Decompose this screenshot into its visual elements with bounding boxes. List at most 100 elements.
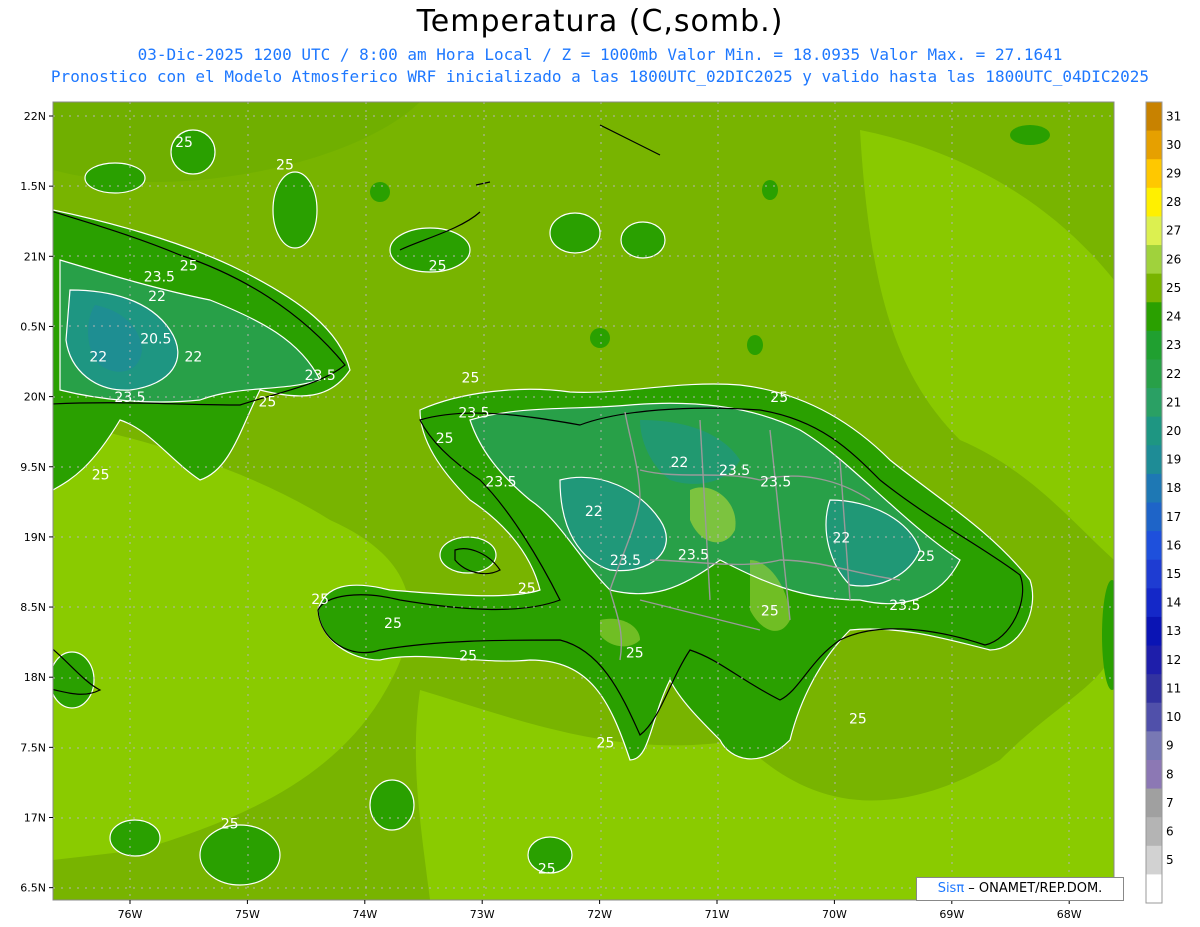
lon-tick-label: 72W — [587, 908, 612, 921]
colorbar-swatch — [1146, 102, 1162, 132]
lon-tick-label: 68W — [1057, 908, 1082, 921]
contour-label: 25 — [770, 390, 788, 406]
contour-label: 25 — [258, 394, 276, 410]
lat-tick-label: 22N — [24, 110, 46, 123]
colorbar-swatch — [1146, 616, 1162, 647]
lon-tick-label: 74W — [352, 908, 377, 921]
contour-label: 23.5 — [610, 553, 641, 569]
shaded-field — [53, 102, 1114, 900]
colorbar-swatch — [1146, 531, 1162, 561]
contour-label: 25 — [311, 592, 329, 608]
colorbar-label: 20 — [1166, 424, 1181, 438]
colorbar-label: 30 — [1166, 138, 1181, 152]
contour-label: 22 — [148, 289, 166, 305]
colorbar-swatch — [1146, 702, 1162, 732]
colorbar-label: 24 — [1166, 310, 1181, 324]
colorbar-swatch — [1146, 845, 1162, 875]
lat-tick-label: 20N — [24, 391, 46, 404]
contour-label: 25 — [849, 711, 867, 727]
contour-label: 25 — [459, 648, 477, 664]
colorbar-swatch — [1146, 388, 1162, 418]
contour-label: 25 — [180, 258, 198, 274]
credit-box: Sisπ – ONAMET/REP.DOM. — [916, 877, 1124, 901]
colorbar-swatch — [1146, 788, 1162, 818]
temperature-map: 22N 1.5N 21N 0.5N 20N 9.5N 19N 8.5N 18N 7.5N 17N 6.… — [20, 101, 1181, 921]
contour-label: 23.5 — [889, 598, 920, 614]
contour-label: 23.5 — [760, 474, 791, 490]
sispi-logo: Sisπ — [937, 881, 965, 896]
lat-tick-label: 18N — [24, 671, 46, 684]
contour-label: 23.5 — [458, 406, 489, 422]
colorbar-swatch — [1146, 588, 1162, 618]
lon-tick-label: 70W — [822, 908, 847, 921]
contour-label: 25 — [429, 258, 447, 274]
colorbar-swatch — [1146, 187, 1162, 217]
contour-label: 25 — [761, 603, 779, 619]
colorbar-swatch — [1146, 731, 1162, 761]
lat-tick-label: 6.5N — [20, 882, 46, 895]
colorbar: 31 30 29 28 27 26 25 24 23 22 21 20 19 18 17 16 15 14 13 12… — [1145, 101, 1181, 904]
contour-label: 22 — [89, 350, 107, 366]
lat-tick-label: 21N — [24, 250, 46, 263]
lat-tick-label: 9.5N — [20, 461, 46, 474]
colorbar-swatch — [1146, 330, 1162, 360]
contour-label: 23.5 — [719, 463, 750, 479]
colorbar-swatch — [1146, 445, 1162, 475]
contour-label: 23.5 — [305, 368, 336, 384]
colorbar-label: 11 — [1166, 681, 1181, 695]
colorbar-swatch — [1146, 159, 1162, 189]
colorbar-swatch — [1146, 502, 1162, 532]
colorbar-label: 22 — [1166, 367, 1181, 381]
colorbar-swatch — [1146, 302, 1162, 332]
longitude-axis: 76W 75W 74W 73W 72W 71W 70W 69W 68W — [118, 900, 1082, 921]
colorbar-label: 6 — [1166, 824, 1174, 838]
colorbar-label: 13 — [1166, 624, 1181, 638]
contour-label: 25 — [221, 817, 239, 833]
colorbar-label: 31 — [1166, 109, 1181, 123]
contour-label: 25 — [626, 646, 644, 662]
colorbar-swatch — [1146, 645, 1162, 675]
colorbar-label: 27 — [1166, 224, 1181, 238]
lat-tick-label: 1.5N — [20, 180, 46, 193]
lon-tick-label: 75W — [235, 908, 260, 921]
colorbar-label: 17 — [1166, 510, 1181, 524]
contour-label: 22 — [671, 455, 689, 471]
contour-label: 25 — [92, 467, 110, 483]
colorbar-swatch — [1146, 473, 1162, 503]
contour-label: 25 — [917, 549, 935, 565]
colorbar-label: 9 — [1166, 739, 1174, 753]
lon-tick-label: 71W — [705, 908, 730, 921]
colorbar-label: 8 — [1166, 767, 1174, 781]
colorbar-label: 25 — [1166, 281, 1181, 295]
colorbar-swatch — [1146, 416, 1162, 446]
contour-label: 25 — [175, 135, 193, 151]
colorbar-label: 7 — [1166, 796, 1174, 810]
colorbar-swatch — [1146, 759, 1162, 790]
lat-tick-label: 0.5N — [20, 320, 46, 333]
colorbar-label: 23 — [1166, 338, 1181, 352]
lat-tick-label: 19N — [24, 531, 46, 544]
colorbar-label: 19 — [1166, 453, 1181, 467]
lat-tick-label: 7.5N — [20, 741, 46, 754]
contour-label: 25 — [462, 371, 480, 387]
contour-label: 25 — [276, 157, 294, 173]
contour-label: 23.5 — [144, 270, 175, 286]
latitude-axis: 22N 1.5N 21N 0.5N 20N 9.5N 19N 8.5N 18N 7.5N 17N 6.… — [20, 110, 53, 895]
contour-label: 23.5 — [678, 547, 709, 563]
colorbar-swatch — [1146, 359, 1162, 389]
lon-tick-label: 69W — [939, 908, 964, 921]
colorbar-label: 21 — [1166, 395, 1181, 409]
colorbar-swatch — [1146, 874, 1162, 904]
lon-tick-label: 73W — [470, 908, 495, 921]
colorbar-label: 29 — [1166, 167, 1181, 181]
colorbar-swatch — [1146, 245, 1162, 275]
contour-label: 23.5 — [114, 390, 145, 406]
colorbar-swatch — [1146, 130, 1162, 160]
contour-label: 22 — [833, 531, 851, 547]
colorbar-label: 15 — [1166, 567, 1181, 581]
colorbar-swatch — [1146, 216, 1162, 246]
colorbar-swatch — [1146, 273, 1162, 303]
colorbar-label: 5 — [1166, 853, 1174, 867]
contour-label: 25 — [436, 431, 454, 447]
colorbar-label: 16 — [1166, 538, 1181, 552]
